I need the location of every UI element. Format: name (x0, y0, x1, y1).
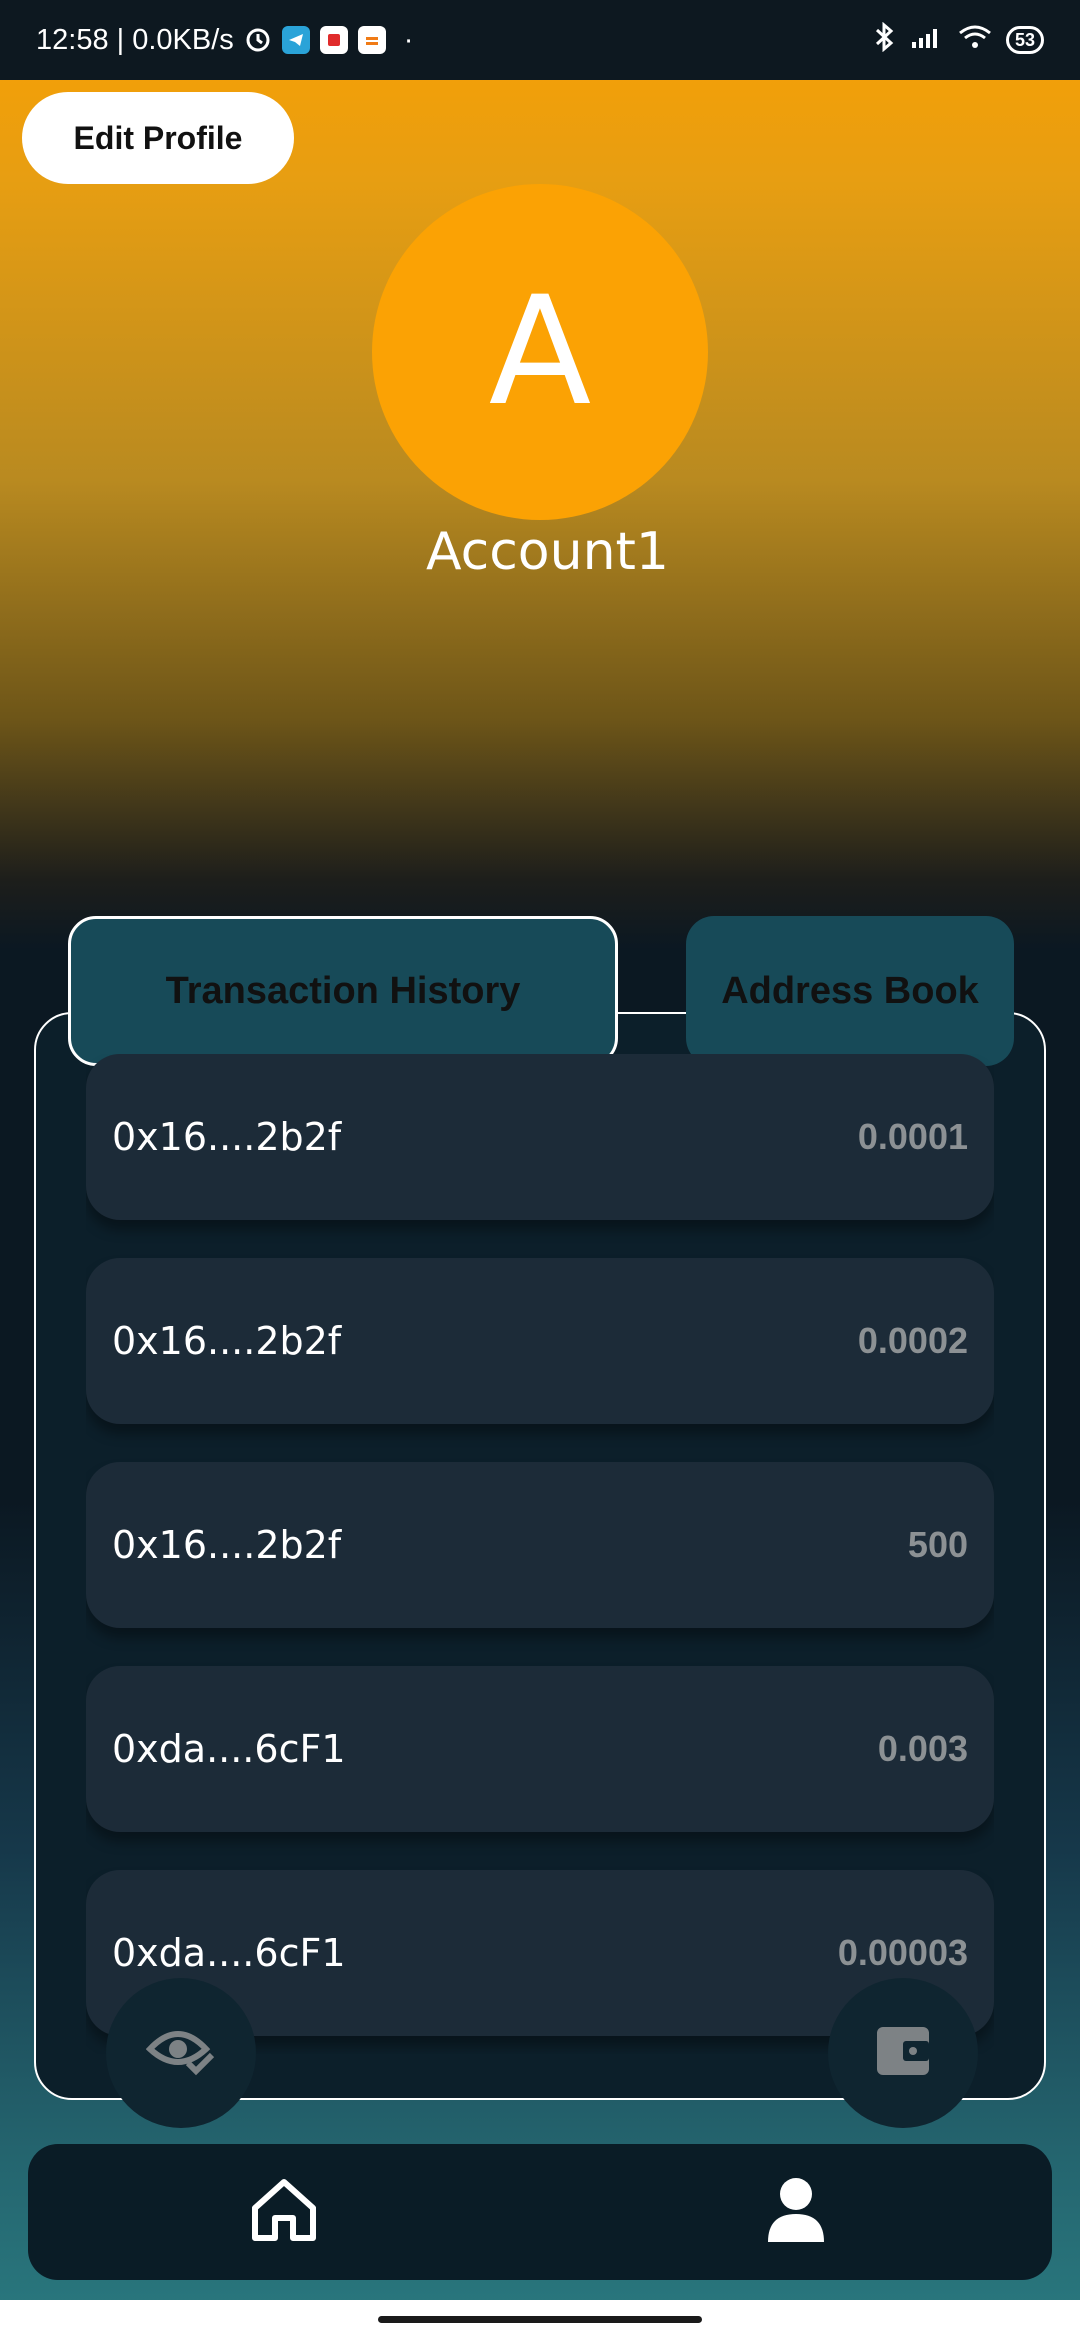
tx-amount: 0.0002 (857, 1320, 968, 1361)
status-right: 53 (872, 21, 1044, 59)
tx-amount: 0.0001 (857, 1116, 968, 1157)
list-item[interactable]: 0xda....6cF1 0.003 (86, 1666, 994, 1832)
tx-address: 0x16....2b2f (112, 1523, 342, 1567)
nav-profile[interactable] (736, 2157, 856, 2267)
battery-indicator: 53 (1005, 26, 1044, 54)
tx-amount: 500 (907, 1524, 968, 1565)
tx-address: 0x16....2b2f (112, 1115, 342, 1159)
transaction-list: 0x16....2b2f 0.0001 0x16....2b2f 0.0002 … (86, 1054, 994, 2054)
home-indicator[interactable] (378, 2316, 702, 2323)
tab-transaction-history[interactable]: Transaction History (68, 916, 618, 1066)
profile-screen: 12:58 | 0.0KB/s · 53 Edit Profile A Acco… (0, 0, 1080, 2340)
tx-amount: 0.003 (877, 1728, 968, 1769)
tx-address: 0xda....6cF1 (112, 1931, 346, 1975)
list-item[interactable]: 0x16....2b2f 0.0001 (86, 1054, 994, 1220)
tab-address-book[interactable]: Address Book (686, 916, 1014, 1066)
wifi-icon (958, 24, 992, 57)
user-icon (766, 2176, 826, 2249)
bluetooth-icon (872, 21, 896, 59)
wallet-icon (873, 2023, 933, 2084)
bottom-nav (28, 2144, 1052, 2280)
wallet-button[interactable] (828, 1978, 978, 2128)
eye-check-button[interactable] (106, 1978, 256, 2128)
alarm-icon (244, 26, 272, 54)
signal-icon (910, 24, 944, 57)
tx-amount: 0.00003 (837, 1932, 968, 1973)
account-name: Account1 (425, 522, 670, 582)
status-left: 12:58 | 0.0KB/s · (36, 24, 413, 57)
app-icon-red (319, 26, 348, 54)
status-bar: 12:58 | 0.0KB/s · 53 (0, 0, 1080, 80)
tx-address: 0x16....2b2f (112, 1319, 342, 1363)
nav-home[interactable] (224, 2157, 344, 2267)
edit-profile-button[interactable]: Edit Profile (22, 92, 294, 184)
status-time-speed: 12:58 | 0.0KB/s (36, 23, 234, 56)
list-item[interactable]: 0x16....2b2f 0.0002 (86, 1258, 994, 1424)
status-dot: · (403, 23, 414, 56)
tx-address: 0xda....6cF1 (112, 1727, 346, 1771)
avatar[interactable]: A (372, 184, 708, 520)
home-icon (249, 2176, 319, 2249)
eye-check-icon (145, 2023, 216, 2084)
telegram-icon (281, 26, 310, 54)
list-item[interactable]: 0x16....2b2f 500 (86, 1462, 994, 1628)
app-icon-orange (357, 26, 386, 54)
